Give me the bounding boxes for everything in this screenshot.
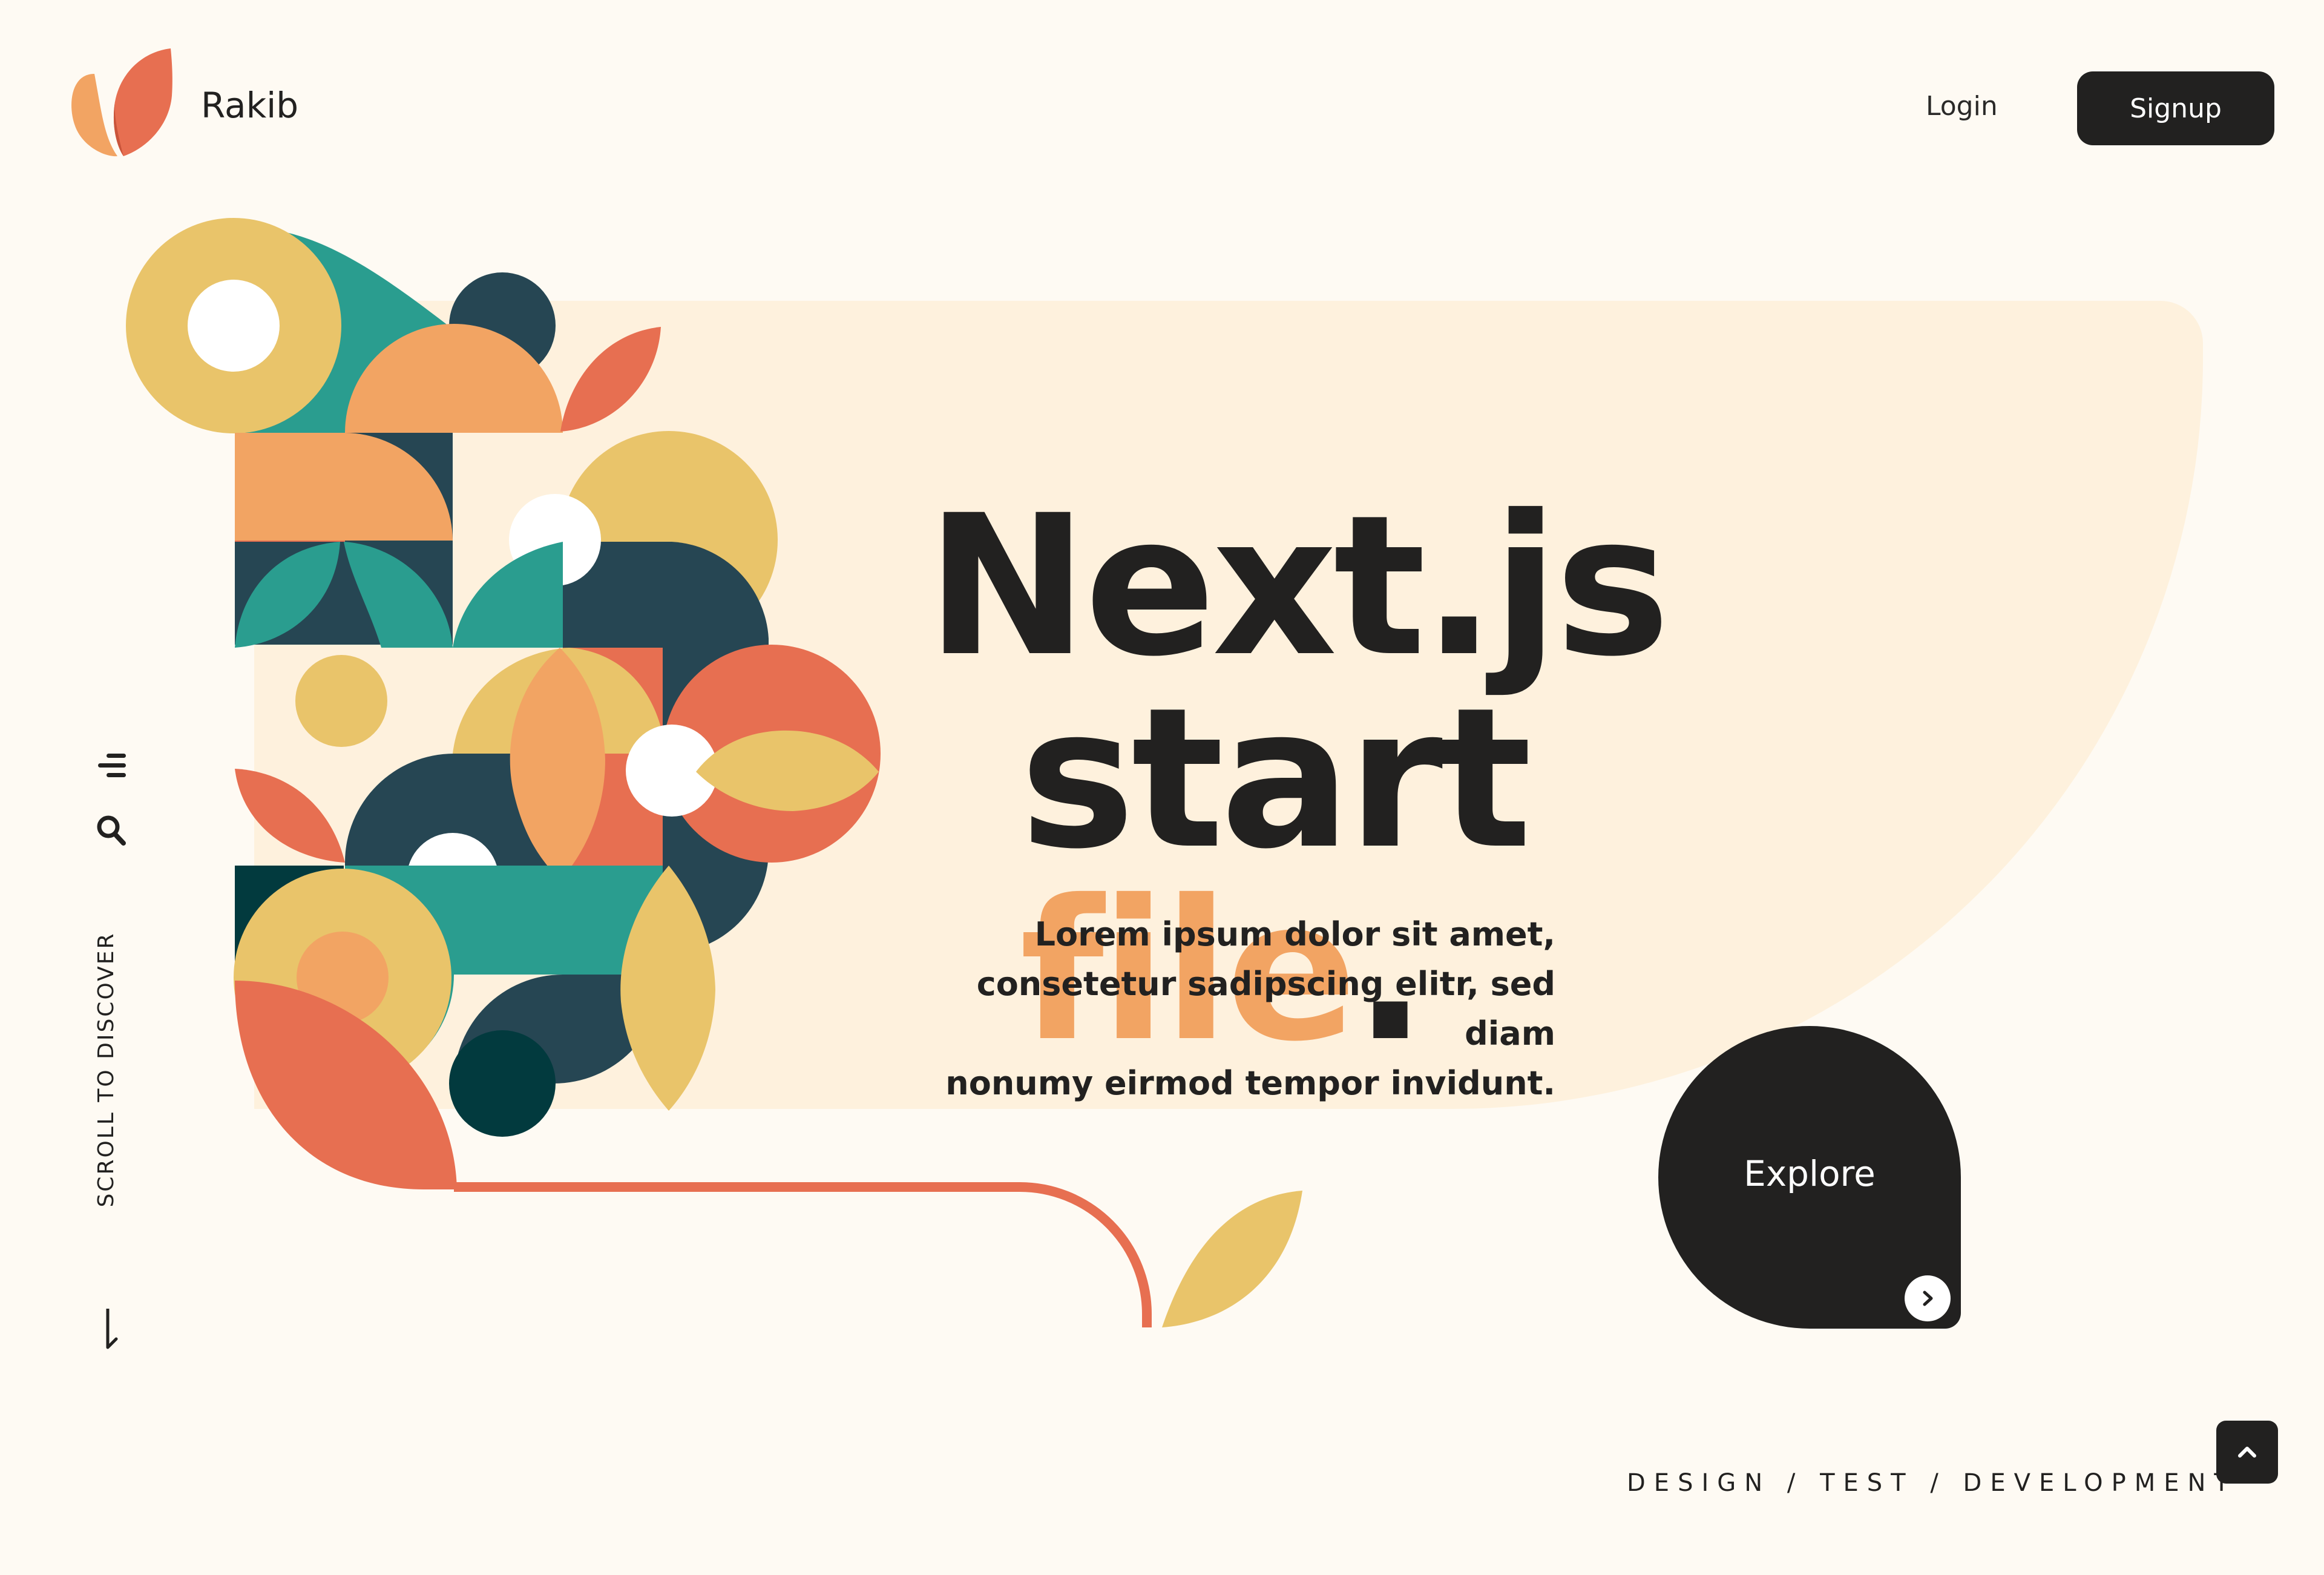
login-link[interactable]: Login — [1926, 93, 1998, 120]
arrow-down-icon[interactable] — [99, 1307, 121, 1351]
footer-tagline: DESIGN / TEST / DEVELOPMENT — [1627, 1469, 2237, 1497]
signup-button[interactable]: Signup — [2077, 71, 2274, 145]
brand-logo[interactable] — [68, 46, 177, 157]
scroll-to-discover: SCROLL TO DISCOVER — [94, 932, 119, 1208]
explore-button[interactable]: Explore — [1658, 1026, 1961, 1329]
chevron-right-icon — [1905, 1275, 1951, 1321]
brand-name[interactable]: Rakib — [201, 88, 298, 123]
menu-icon[interactable] — [96, 754, 128, 778]
description-line: nonumy eirmod tempor invidunt. — [945, 1064, 1555, 1102]
search-icon[interactable] — [96, 814, 127, 847]
description-line: consetetur sadipscing elitr, sed diam — [976, 965, 1555, 1053]
landing-page: Rakib Login Signup Next.js start file. L… — [0, 0, 2324, 1575]
hero-title-word: start — [1020, 666, 1532, 892]
geometric-illustration — [126, 218, 1302, 1327]
description-line: Lorem ipsum dolor sit amet, — [1034, 915, 1555, 953]
chevron-up-icon — [2238, 1447, 2256, 1458]
explore-label: Explore — [1744, 1153, 1876, 1194]
hero-title-line1: Next.js — [926, 474, 1670, 699]
back-to-top-button[interactable] — [2216, 1421, 2278, 1484]
hero-description: Lorem ipsum dolor sit amet, consetetur s… — [896, 910, 1555, 1108]
